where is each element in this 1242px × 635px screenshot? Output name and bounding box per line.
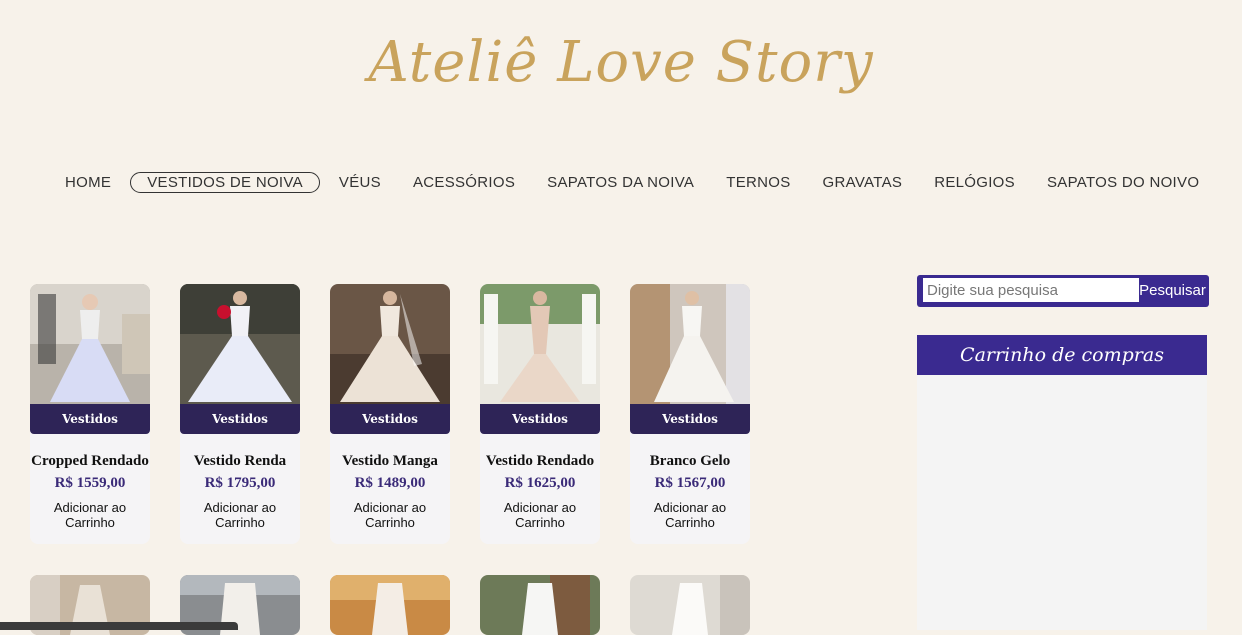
product-category: Vestidos [180,404,300,434]
product-image[interactable] [30,284,150,404]
product-card: Vestidos Vestido Rendado R$ 1625,00 Adic… [480,284,600,544]
product-category: Vestidos [630,404,750,434]
nav-ternos[interactable]: TERNOS [713,172,803,193]
search-input[interactable] [923,278,1139,302]
nav-relogios[interactable]: RELÓGIOS [921,172,1028,193]
nav-acessorios[interactable]: ACESSÓRIOS [400,172,528,193]
product-price: R$ 1559,00 [54,475,126,491]
product-image[interactable] [480,284,600,404]
product-card: Vestidos Branco Gelo R$ 1567,00 Adiciona… [630,284,750,544]
cart-title: Carrinho de compras [917,335,1207,375]
product-image[interactable] [330,284,450,404]
nav-vestidos-de-noiva[interactable]: VESTIDOS DE NOIVA [130,172,320,193]
product-card: Vestidos Cropped Rendado R$ 1559,00 Adic… [30,284,150,544]
product-price: R$ 1489,00 [354,475,426,491]
product-image[interactable] [180,284,300,404]
add-to-cart-button[interactable]: Adicionar ao Carrinho [30,500,150,530]
add-to-cart-button[interactable]: Adicionar ao Carrinho [630,500,750,530]
add-to-cart-button[interactable]: Adicionar ao Carrinho [480,500,600,530]
product-image[interactable] [330,575,450,635]
add-to-cart-button[interactable]: Adicionar ao Carrinho [180,500,300,530]
nav-home[interactable]: HOME [52,172,124,193]
nav-sapatos-do-noivo[interactable]: SAPATOS DO NOIVO [1034,172,1212,193]
product-category: Vestidos [30,404,150,434]
search-bar: Pesquisar [917,275,1209,307]
main-nav: HOME VESTIDOS DE NOIVA VÉUS ACESSÓRIOS S… [52,172,1218,193]
product-image[interactable] [630,575,750,635]
search-button[interactable]: Pesquisar [1136,275,1209,307]
site-logo[interactable]: Ateliê Love Story [0,30,1242,95]
product-image[interactable] [630,284,750,404]
add-to-cart-button[interactable]: Adicionar ao Carrinho [330,500,450,530]
product-name: Branco Gelo [649,453,731,469]
nav-veus[interactable]: VÉUS [326,172,394,193]
product-price: R$ 1795,00 [204,475,276,491]
cart-panel [917,375,1207,630]
nav-sapatos-da-noiva[interactable]: SAPATOS DA NOIVA [534,172,707,193]
product-name: Vestido Manga [342,453,438,469]
product-card: Vestidos Vestido Manga R$ 1489,00 Adicio… [330,284,450,544]
product-category: Vestidos [480,404,600,434]
product-name: Vestido Renda [193,453,287,469]
product-image[interactable] [480,575,600,635]
product-category: Vestidos [330,404,450,434]
product-price: R$ 1625,00 [504,475,576,491]
product-card: Vestidos Vestido Renda R$ 1795,00 Adicio… [180,284,300,544]
nav-gravatas[interactable]: GRAVATAS [810,172,916,193]
status-bar [0,622,238,630]
product-price: R$ 1567,00 [654,475,726,491]
product-name: Vestido Rendado [485,453,595,469]
product-name: Cropped Rendado [31,453,149,469]
